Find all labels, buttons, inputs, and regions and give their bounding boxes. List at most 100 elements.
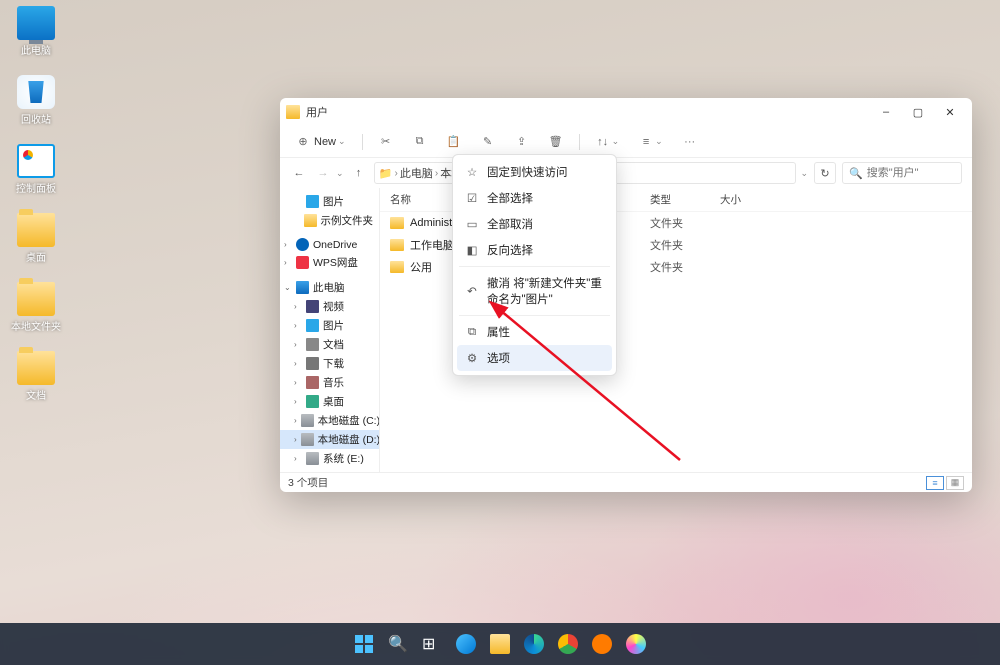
desktop-icon-recycle[interactable]: 回收站	[6, 75, 66, 126]
tree-twisty[interactable]: ›	[294, 321, 302, 330]
sort-icon: ↑↓	[596, 135, 610, 149]
delete-button[interactable]: 🗑	[543, 133, 569, 151]
edge-icon	[524, 634, 544, 654]
rename-button[interactable]: ✎	[475, 133, 501, 151]
search-button[interactable]: 🔍	[384, 630, 412, 658]
nav-item[interactable]: 示例文件夹	[280, 211, 379, 230]
menu-item[interactable]: ↶撤消 将"新建文件夹"重命名为"图片"	[457, 270, 612, 312]
details-view-button[interactable]: ≡	[926, 476, 944, 490]
desktop-icon-control-panel[interactable]: 控制面板	[6, 144, 66, 195]
menu-item[interactable]: ⧉属性	[457, 319, 612, 345]
nav-label: 文档	[323, 337, 344, 352]
view-button[interactable]: ≡⌄	[633, 133, 669, 151]
nav-item[interactable]: › 图片	[280, 316, 379, 335]
menu-item[interactable]: ⚙选项	[457, 345, 612, 371]
file-type: 文件夹	[650, 259, 720, 275]
menu-item[interactable]: ▭全部取消	[457, 211, 612, 237]
copy-button[interactable]: ⧉	[407, 133, 433, 151]
nav-item[interactable]: ›音乐	[280, 373, 379, 392]
crumb-this-pc[interactable]: 此电脑	[400, 165, 433, 181]
desktop-icon-folder-3[interactable]: 文档	[6, 351, 66, 402]
forward-button[interactable]: →	[314, 167, 332, 179]
tree-twisty[interactable]: ⌄	[284, 283, 292, 292]
chrome-button[interactable]	[554, 630, 582, 658]
nav-item[interactable]: › 视频	[280, 297, 379, 316]
icons-view-button[interactable]: ▦	[946, 476, 964, 490]
maximize-button[interactable]: ▢	[902, 100, 934, 124]
nav-item[interactable]: › 文档	[280, 335, 379, 354]
file-name: 公用	[410, 259, 432, 275]
tree-twisty[interactable]: ›	[294, 416, 297, 425]
tree-twisty[interactable]: ›	[294, 359, 302, 368]
close-button[interactable]: ✕	[934, 100, 966, 124]
address-dropdown[interactable]: ⌄	[800, 168, 808, 179]
refresh-button[interactable]: ↻	[814, 162, 836, 184]
tree-twisty[interactable]: ›	[284, 258, 292, 267]
delete-icon: 🗑	[549, 135, 563, 149]
col-type[interactable]: 类型	[650, 192, 720, 207]
nav-label: 桌面	[323, 394, 344, 409]
desktop-icon-label: 本地文件夹	[11, 318, 61, 333]
paste-button[interactable]: 📋	[441, 133, 467, 151]
minimize-button[interactable]: –	[870, 100, 902, 124]
nav-item[interactable]: ›下载	[280, 354, 379, 373]
history-dropdown[interactable]: ⌄	[336, 168, 344, 179]
nav-label: 本地磁盘 (D:)	[318, 432, 380, 447]
share-button[interactable]: ⇪	[509, 133, 535, 151]
tree-twisty[interactable]: ›	[294, 435, 297, 444]
tree-twisty[interactable]: ›	[294, 378, 302, 387]
up-button[interactable]: ↑	[350, 167, 368, 179]
tree-twisty[interactable]: ›	[294, 340, 302, 349]
search-input[interactable]	[867, 167, 955, 179]
back-button[interactable]: ←	[290, 167, 308, 179]
drive-icon	[301, 414, 314, 427]
titlebar[interactable]: 用户 – ▢ ✕	[280, 98, 972, 126]
menu-item[interactable]: ☆固定到快速访问	[457, 159, 612, 185]
vid-icon	[306, 300, 319, 313]
tree-twisty[interactable]: ›	[294, 397, 302, 406]
nav-pane[interactable]: 图片示例文件夹›OneDrive›WPS网盘⌄此电脑›视频›图片›文档›下载›音…	[280, 188, 380, 472]
app-button-2[interactable]	[622, 630, 650, 658]
start-button[interactable]	[350, 630, 378, 658]
menu-item[interactable]: ☑全部选择	[457, 185, 612, 211]
menu-item[interactable]: ◧反向选择	[457, 237, 612, 263]
nav-item[interactable]: ›WPS网盘	[280, 253, 379, 272]
nav-label: 图片	[323, 318, 344, 333]
taskbar[interactable]: 🔍 ⊞	[0, 623, 1000, 665]
cut-button[interactable]: ✂	[373, 133, 399, 151]
nav-label: OneDrive	[313, 239, 357, 251]
rename-icon: ✎	[481, 135, 495, 149]
nav-item[interactable]: ›本地磁盘 (C:)	[280, 411, 379, 430]
col-size[interactable]: 大小	[720, 192, 962, 207]
tree-twisty[interactable]: ›	[284, 240, 292, 249]
sort-button[interactable]: ↑↓⌄	[590, 133, 626, 151]
pic-icon	[306, 319, 319, 332]
desktop-icon-folder-2[interactable]: 本地文件夹	[6, 282, 66, 333]
widgets-icon	[456, 634, 476, 654]
search-box[interactable]: 🔍	[842, 162, 962, 184]
nav-item[interactable]: 图片	[280, 192, 379, 211]
folder-icon	[390, 239, 404, 251]
new-button[interactable]: ⊕ New ⌄	[290, 133, 352, 151]
nav-label: 视频	[323, 299, 344, 314]
tree-twisty[interactable]: ›	[294, 454, 302, 463]
app-icon	[626, 634, 646, 654]
widgets-button[interactable]	[452, 630, 480, 658]
plus-circle-icon: ⊕	[296, 135, 310, 149]
explorer-button[interactable]	[486, 630, 514, 658]
nav-item[interactable]: ›系统 (E:)	[280, 449, 379, 468]
app-button-1[interactable]	[588, 630, 616, 658]
more-button[interactable]: ···	[677, 133, 703, 151]
task-view-button[interactable]: ⊞	[418, 630, 446, 658]
nav-item[interactable]: › 本地磁盘 (D:)	[280, 430, 379, 449]
app-icon	[592, 634, 612, 654]
menu-item-icon: ⧉	[465, 325, 479, 339]
nav-item[interactable]: › OneDrive	[280, 236, 379, 253]
desktop-icon-this-pc[interactable]: 此电脑	[6, 6, 66, 57]
desktop-icons: 此电脑 回收站 控制面板 桌面 本地文件夹 文档	[6, 6, 66, 402]
nav-item[interactable]: › 桌面	[280, 392, 379, 411]
nav-item[interactable]: ⌄此电脑	[280, 278, 379, 297]
edge-button[interactable]	[520, 630, 548, 658]
tree-twisty[interactable]: ›	[294, 302, 302, 311]
desktop-icon-folder-1[interactable]: 桌面	[6, 213, 66, 264]
